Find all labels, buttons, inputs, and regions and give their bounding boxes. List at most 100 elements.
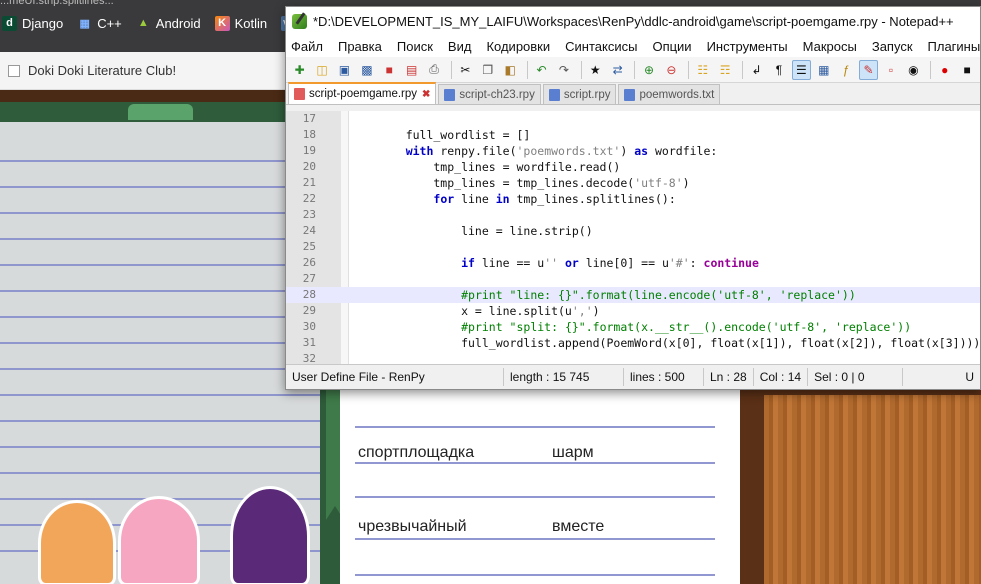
- notebook-rule: [355, 496, 715, 498]
- poem-word[interactable]: спортплощадка: [358, 444, 474, 462]
- django-icon: d: [2, 15, 17, 31]
- status-encoding: U: [965, 370, 974, 384]
- find-icon[interactable]: ★: [586, 60, 605, 80]
- menu-file[interactable]: Файл: [291, 39, 323, 54]
- new-file-icon[interactable]: ✚: [290, 60, 309, 80]
- redo-icon[interactable]: ↷: [554, 60, 573, 80]
- line-number: 29: [302, 304, 316, 317]
- menu-language[interactable]: Синтаксисы: [565, 39, 637, 54]
- code-text: #print "split: {}".format(x.__str__().en…: [461, 320, 912, 334]
- eye-icon[interactable]: ◉: [904, 60, 923, 80]
- npp-titlebar[interactable]: *D:\DEVELOPMENT_IS_MY_LAIFU\Workspaces\R…: [286, 7, 980, 35]
- desk-surface: [764, 395, 981, 584]
- file-saved-icon: [624, 88, 636, 101]
- current-code-line[interactable]: 28 #print "line: {}".format(line.encode(…: [286, 287, 980, 303]
- code-line[interactable]: 18 full_wordlist = []: [286, 127, 980, 143]
- menu-search[interactable]: Поиск: [397, 39, 433, 54]
- npp-tab-bar: script-poemgame.rpy ✖ script-ch23.rpy sc…: [286, 82, 980, 105]
- save-all-icon[interactable]: ▩: [357, 60, 376, 80]
- record-macro-icon[interactable]: ●: [935, 60, 954, 80]
- notebook-rule: [0, 368, 320, 370]
- code-line[interactable]: 32: [286, 351, 980, 364]
- bookmark-kotlin[interactable]: K Kotlin: [214, 12, 267, 34]
- close-all-icon[interactable]: ▤: [402, 60, 421, 80]
- code-line[interactable]: 29 x = line.split(u','): [286, 303, 980, 319]
- bookmark-label: Django: [22, 15, 64, 31]
- open-folder-icon[interactable]: ◫: [312, 60, 331, 80]
- menu-settings[interactable]: Опции: [652, 39, 691, 54]
- bookmark-cpp[interactable]: ▦ C++: [77, 12, 122, 34]
- tab-script[interactable]: script.rpy: [542, 84, 617, 104]
- menu-tools[interactable]: Инструменты: [707, 39, 788, 54]
- paste-icon[interactable]: ◧: [500, 60, 519, 80]
- word-wrap-icon[interactable]: ↲: [747, 60, 766, 80]
- notebook-rule: [0, 264, 320, 266]
- notepad-plus-plus-window[interactable]: *D:\DEVELOPMENT_IS_MY_LAIFU\Workspaces\R…: [285, 6, 981, 390]
- menu-view[interactable]: Вид: [448, 39, 472, 54]
- sync-vertical-icon[interactable]: ☷: [693, 60, 712, 80]
- folder-as-workspace-icon[interactable]: ✎: [858, 59, 879, 80]
- chibi-characters: [30, 486, 330, 584]
- zoom-in-icon[interactable]: ⊕: [639, 60, 658, 80]
- game-window-titlebar[interactable]: Doki Doki Literature Club!: [0, 52, 285, 90]
- code-line[interactable]: 26 if line == u'' or line[0] == u'#': co…: [286, 255, 980, 271]
- menu-encoding[interactable]: Кодировки: [486, 39, 550, 54]
- code-editor[interactable]: 17 18 full_wordlist = [] 19 with renpy.fil…: [286, 111, 980, 364]
- line-number: 17: [302, 112, 316, 125]
- file-modified-icon: [294, 88, 305, 100]
- code-line[interactable]: 27: [286, 271, 980, 287]
- notebook-rule: [355, 574, 715, 576]
- tab-label: poemwords.txt: [639, 88, 715, 101]
- npp-menubar: Файл Правка Поиск Вид Кодировки Синтакси…: [286, 35, 980, 57]
- monitoring-icon[interactable]: ▫: [881, 60, 900, 80]
- zoom-out-icon[interactable]: ⊖: [662, 60, 681, 80]
- tab-script-poemgame[interactable]: script-poemgame.rpy ✖: [288, 82, 437, 104]
- tab-poemwords[interactable]: poemwords.txt: [618, 84, 721, 104]
- code-line[interactable]: 19 with renpy.file('poemwords.txt') as w…: [286, 143, 980, 159]
- bookmark-django[interactable]: d Django: [2, 12, 63, 34]
- menu-edit[interactable]: Правка: [338, 39, 382, 54]
- code-line[interactable]: 24 line = line.strip(): [286, 223, 980, 239]
- doc-map-icon[interactable]: ▦: [814, 60, 833, 80]
- code-line[interactable]: 17: [286, 111, 980, 127]
- code-line[interactable]: 20 tmp_lines = wordfile.read(): [286, 159, 980, 175]
- save-icon[interactable]: ▣: [335, 60, 354, 80]
- code-text: #print "line: {}".format(line.encode('ut…: [461, 288, 856, 302]
- close-tab-icon[interactable]: ✖: [422, 89, 430, 100]
- menu-run[interactable]: Запуск: [872, 39, 913, 54]
- copy-icon[interactable]: ❐: [478, 60, 497, 80]
- function-list-icon[interactable]: ƒ: [836, 60, 855, 80]
- poem-word[interactable]: шарм: [552, 444, 594, 462]
- indent-guide-icon[interactable]: ☰: [791, 59, 812, 80]
- code-line[interactable]: 30 #print "split: {}".format(x.__str__()…: [286, 319, 980, 335]
- code-line[interactable]: 21 tmp_lines = tmp_lines.decode('utf-8'): [286, 175, 980, 191]
- cut-icon[interactable]: ✂: [456, 60, 475, 80]
- poem-word[interactable]: вместе: [552, 518, 604, 536]
- code-line[interactable]: 22 for line in tmp_lines.splitlines():: [286, 191, 980, 207]
- code-line[interactable]: 23: [286, 207, 980, 223]
- tab-label: script.rpy: [563, 88, 611, 101]
- close-file-icon[interactable]: ■: [380, 60, 399, 80]
- line-number: 24: [302, 224, 316, 237]
- line-number: 28: [302, 288, 316, 301]
- code-line[interactable]: 31 full_wordlist.append(PoemWord(x[0], f…: [286, 335, 980, 351]
- stop-macro-icon[interactable]: ■: [957, 60, 976, 80]
- status-line-number: Ln : 28: [704, 368, 754, 386]
- status-length: length : 15 745: [504, 368, 624, 386]
- print-icon[interactable]: ⎙: [424, 60, 443, 80]
- poem-word[interactable]: чрезвычайный: [358, 518, 467, 536]
- tab-script-ch23[interactable]: script-ch23.rpy: [438, 84, 541, 104]
- bookmark-android[interactable]: ▲ Android: [136, 12, 201, 34]
- undo-icon[interactable]: ↶: [532, 60, 551, 80]
- line-number: 26: [302, 256, 316, 269]
- sync-horizontal-icon[interactable]: ☶: [715, 60, 734, 80]
- code-line[interactable]: 25: [286, 239, 980, 255]
- toolbar-separator: [450, 60, 452, 79]
- menu-plugins[interactable]: Плагины: [928, 39, 981, 54]
- url-fragment: ...meUI.strip.splitlines...: [0, 0, 114, 6]
- notebook-rule: [0, 342, 320, 344]
- replace-icon[interactable]: ⇄: [608, 60, 627, 80]
- show-all-chars-icon[interactable]: ¶: [769, 60, 788, 80]
- menu-macro[interactable]: Макросы: [803, 39, 857, 54]
- npp-status-bar: User Define File - RenPy length : 15 745…: [286, 364, 980, 389]
